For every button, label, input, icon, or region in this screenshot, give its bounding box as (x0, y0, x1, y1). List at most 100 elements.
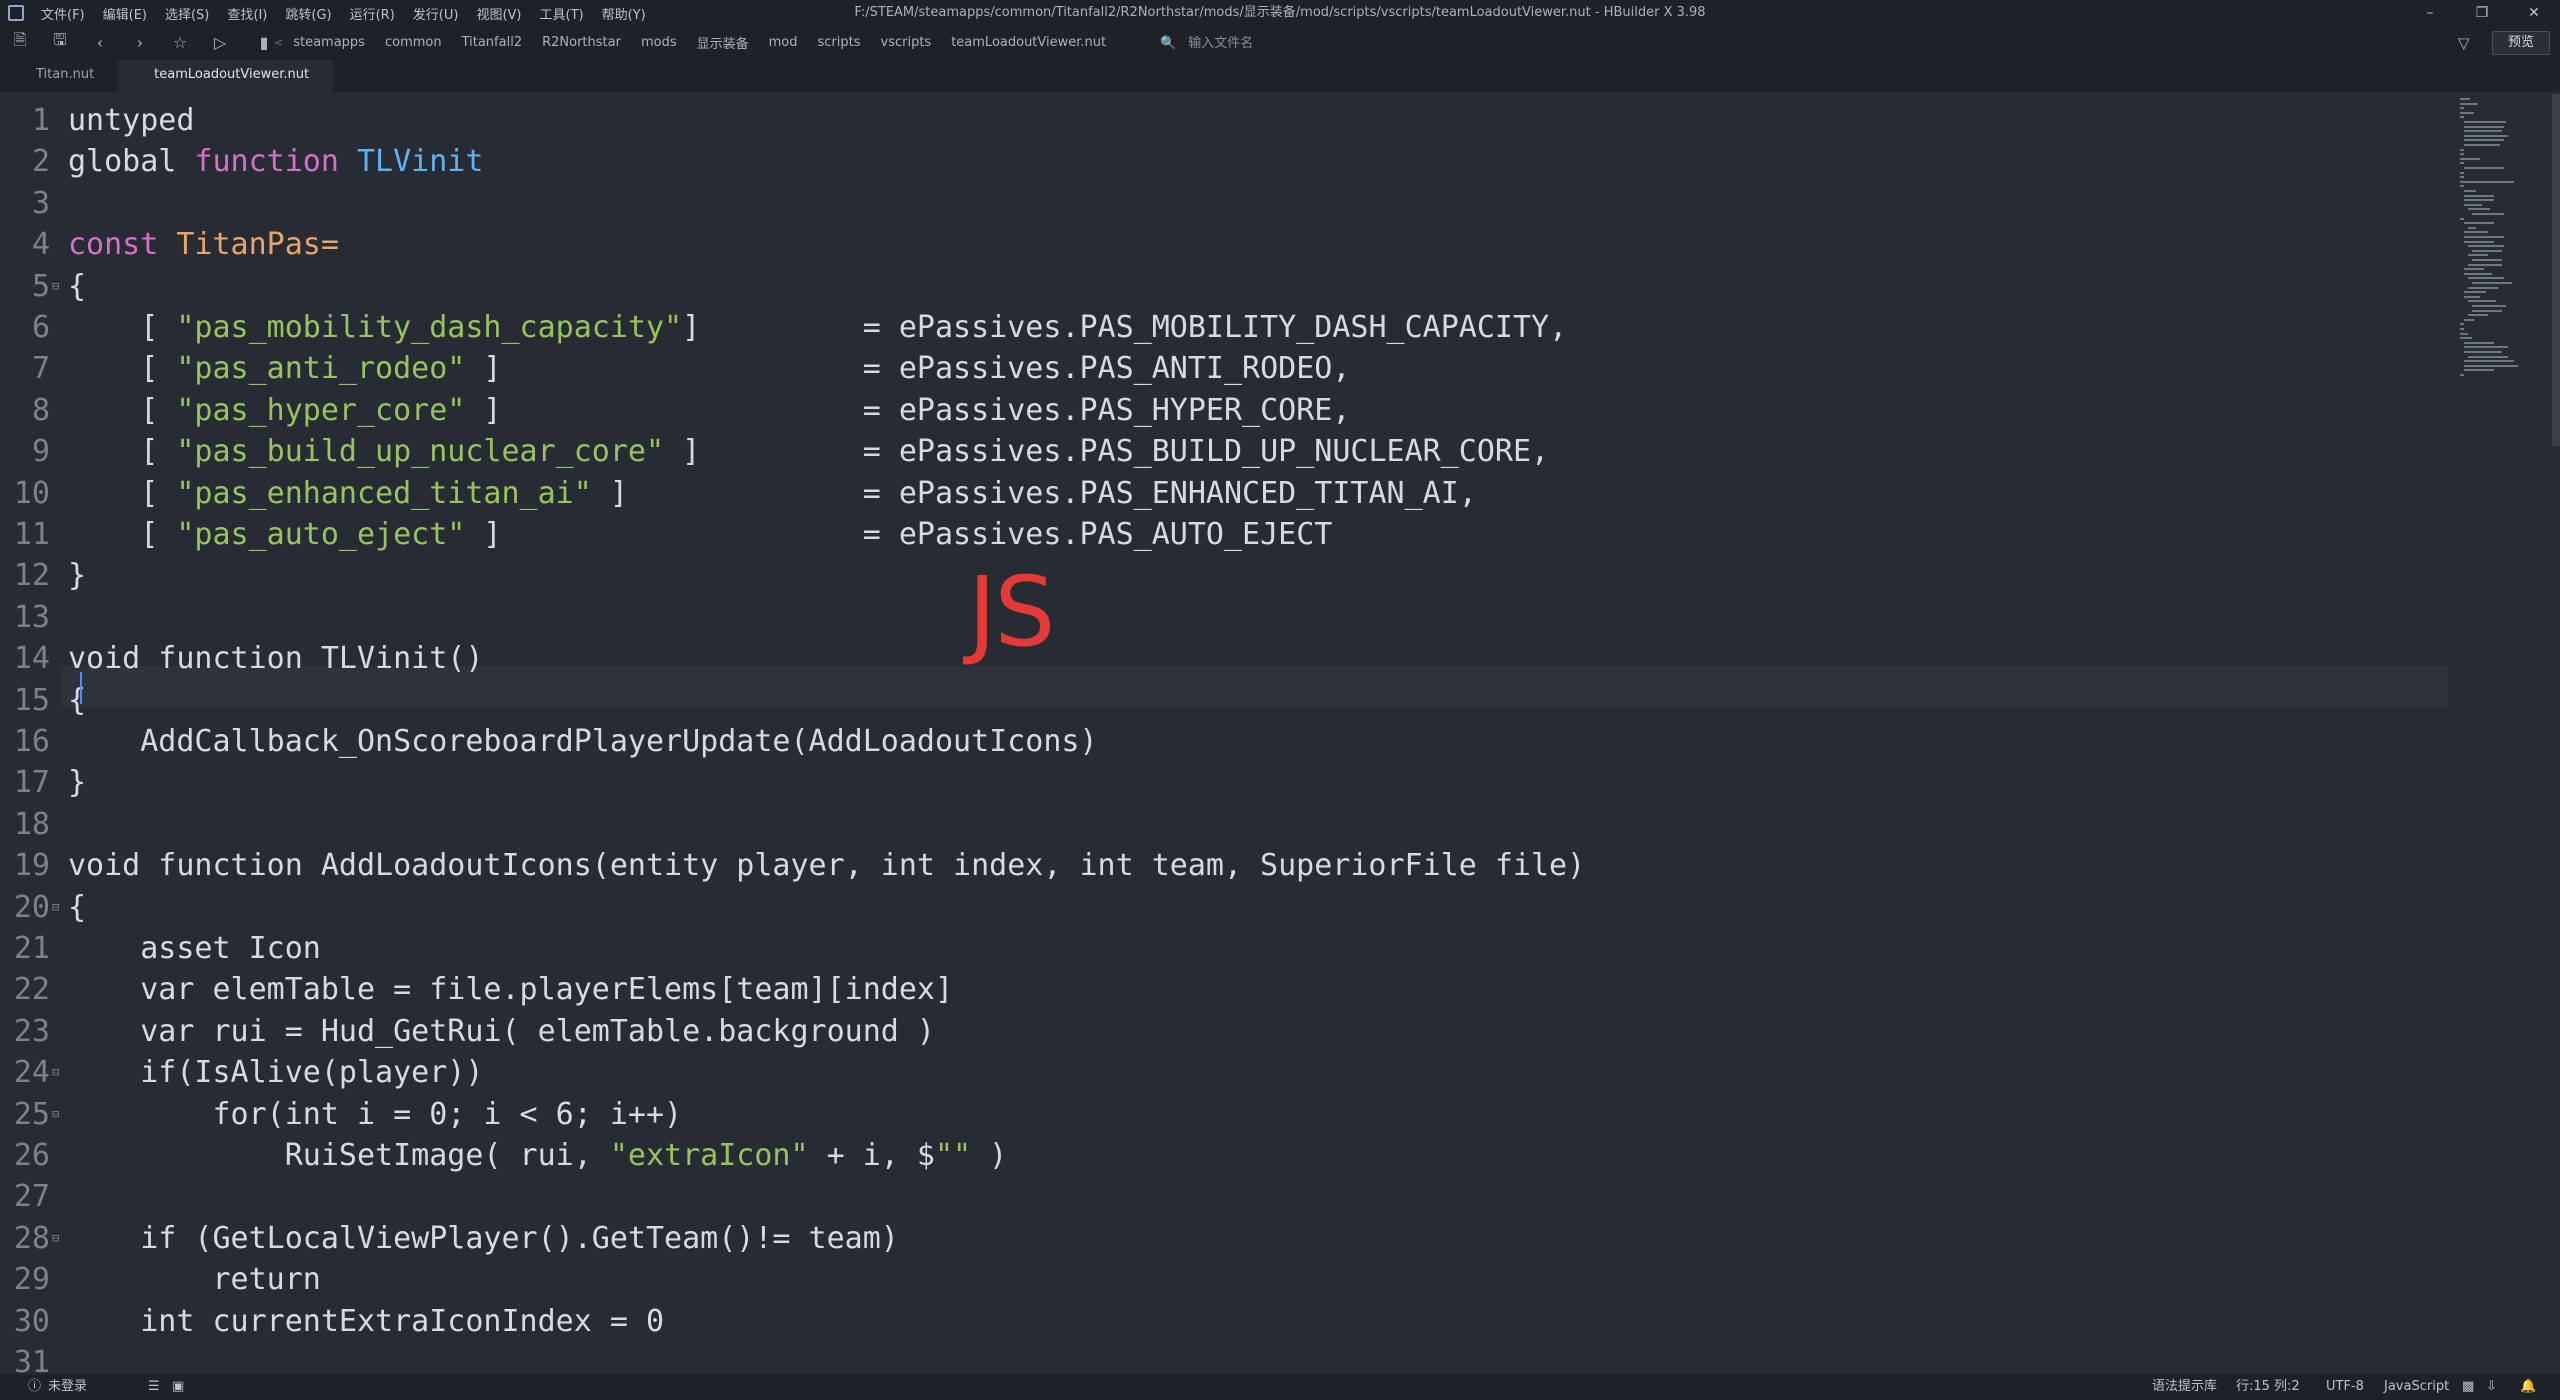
breadcrumb-item[interactable]: Titanfall2 (452, 35, 533, 50)
code-line[interactable]: 18 (0, 804, 2440, 845)
file-search-input[interactable] (1188, 35, 1549, 51)
breadcrumb-item[interactable]: steamapps (283, 35, 375, 50)
code-line[interactable]: 23 var rui = Hud_GetRui( elemTable.backg… (0, 1011, 2440, 1052)
code-line[interactable]: 11 [ "pas_auto_eject" ] = ePassives.PAS_… (0, 514, 2440, 555)
code-line[interactable]: 4 const TitanPas= (0, 224, 2440, 265)
star-icon[interactable]: ☆ (160, 33, 200, 52)
line-number: 26 (13, 1138, 50, 1173)
terminal-icon[interactable]: ▣ (172, 1374, 184, 1400)
breadcrumb-item[interactable]: vscripts (871, 35, 942, 50)
file-encoding[interactable]: UTF-8 (2326, 1374, 2364, 1400)
login-status[interactable]: 未登录 (48, 1374, 87, 1400)
save-icon[interactable]: 🖫 (40, 29, 80, 56)
status-bar: ⓘ 未登录 ☰ ▣ 语法提示库 行:15 列:2 UTF-8 JavaScrip… (0, 1374, 2560, 1400)
code-line[interactable]: 20 ⊟ { (0, 887, 2440, 928)
code-line[interactable]: 12} (0, 555, 2440, 596)
line-number: 4 (31, 227, 50, 262)
menu-tools[interactable]: 工具(T) (531, 4, 593, 23)
breadcrumb-item[interactable]: teamLoadoutViewer.nut (941, 35, 1116, 50)
download-icon[interactable]: ⇩ (2486, 1374, 2497, 1400)
code-line[interactable]: 16 AddCallback_OnScoreboardPlayerUpdate(… (0, 721, 2440, 762)
code-line[interactable]: 14 void function TLVinit() (0, 638, 2440, 679)
code-line[interactable]: 30 int currentExtraIconIndex = 0 (0, 1301, 2440, 1342)
code-line[interactable]: 2 global function TLVinit (0, 141, 2440, 182)
code-line[interactable]: 8 [ "pas_hyper_core" ] = ePassives.PAS_H… (0, 390, 2440, 431)
run-icon[interactable]: ▷ (200, 33, 240, 52)
bell-icon[interactable]: 🔔 (2520, 1374, 2536, 1400)
code-line[interactable]: 31 (0, 1342, 2440, 1374)
restore-icon[interactable]: ❐ (2456, 0, 2508, 26)
back-icon[interactable]: ‹ (80, 33, 120, 52)
code-text: AddCallback_OnScoreboardPlayerUpdate(Add… (68, 724, 1098, 759)
code-line[interactable]: 9 [ "pas_build_up_nuclear_core" ] = ePas… (0, 431, 2440, 472)
code-line[interactable]: 13 (0, 597, 2440, 638)
layout-icon[interactable]: ▩ (2462, 1374, 2474, 1400)
minimap-line (2472, 309, 2502, 312)
fold-toggle-icon[interactable]: ⊟ (52, 266, 59, 307)
code-line[interactable]: 26 RuiSetImage( rui, "extraIcon" + i, $"… (0, 1135, 2440, 1176)
vertical-scrollbar[interactable] (2552, 94, 2560, 446)
menu-file[interactable]: 文件(F) (32, 4, 94, 23)
code-line[interactable]: 5 ⊟ { (0, 266, 2440, 307)
code-text: RuiSetImage( rui, "extraIcon" + i, $"" ) (68, 1138, 1008, 1173)
breadcrumb-item[interactable]: common (375, 35, 452, 50)
cursor-position[interactable]: 行:15 列:2 (2236, 1374, 2300, 1400)
filter-icon[interactable]: ▽ (2458, 26, 2470, 60)
code-line[interactable]: 19 void function AddLoadoutIcons(entity p… (0, 845, 2440, 886)
breadcrumb-item[interactable]: R2Northstar (532, 35, 631, 50)
outline-icon[interactable]: ☰ (148, 1374, 160, 1400)
code-editor[interactable]: 1 untyped 2 global function TLVinit 3 4 const … (0, 92, 2448, 1374)
fold-toggle-icon[interactable]: ⊟ (52, 1052, 59, 1093)
breadcrumb-item[interactable]: 显示装备 (687, 33, 759, 52)
breadcrumb-item[interactable]: scripts (808, 35, 871, 50)
minimap-line (2468, 277, 2504, 280)
code-text: { (68, 683, 87, 718)
fold-toggle-icon[interactable]: ⊟ (52, 1218, 59, 1259)
code-line[interactable]: 24 ⊟ if(IsAlive(player)) (0, 1052, 2440, 1093)
breadcrumb-item[interactable]: mods (631, 35, 687, 50)
forward-icon[interactable]: › (120, 33, 160, 52)
close-icon[interactable]: ✕ (2508, 0, 2560, 26)
syntax-hint-library[interactable]: 语法提示库 (2152, 1374, 2217, 1400)
code-line[interactable]: 15 { (0, 680, 2440, 721)
minimap-line (2468, 263, 2502, 266)
minimize-icon[interactable]: – (2404, 0, 2456, 26)
code-line[interactable]: 17} (0, 762, 2440, 803)
code-line[interactable]: 21 asset Icon (0, 928, 2440, 969)
new-file-icon[interactable]: 🗎 (0, 29, 40, 56)
line-number: 24 (13, 1055, 50, 1090)
code-line[interactable]: 28 ⊟ if (GetLocalViewPlayer().GetTeam()!=… (0, 1218, 2440, 1259)
menu-edit[interactable]: 编辑(E) (94, 4, 156, 23)
minimap-line (2464, 369, 2494, 372)
code-line[interactable]: 1 untyped (0, 100, 2440, 141)
line-number: 3 (31, 186, 50, 221)
code-line[interactable]: 10 [ "pas_enhanced_titan_ai" ] = ePassiv… (0, 473, 2440, 514)
code-line[interactable]: 7 [ "pas_anti_rodeo" ] = ePassives.PAS_A… (0, 348, 2440, 389)
fold-toggle-icon[interactable]: ⊟ (52, 887, 59, 928)
preview-button[interactable]: 预览 (2492, 31, 2550, 55)
tab-titan-nut[interactable]: Titan.nut (0, 60, 118, 92)
language-mode[interactable]: JavaScript (2384, 1374, 2449, 1400)
code-line[interactable]: 25 ⊟ for(int i = 0; i < 6; i++) (0, 1094, 2440, 1135)
code-line[interactable]: 22 var elemTable = file.playerElems[team… (0, 969, 2440, 1010)
code-line[interactable]: 27 (0, 1176, 2440, 1217)
menu-run[interactable]: 运行(R) (341, 4, 404, 23)
folder-icon: ▮ (259, 33, 269, 52)
line-number: 14 (13, 641, 50, 676)
fold-toggle-icon[interactable]: ⊟ (52, 1094, 59, 1135)
menu-goto[interactable]: 跳转(G) (276, 4, 340, 23)
breadcrumb-item[interactable]: mod (759, 35, 808, 50)
user-icon[interactable]: ⓘ (28, 1374, 41, 1400)
code-line[interactable]: 3 (0, 183, 2440, 224)
code-line[interactable]: 29 return (0, 1259, 2440, 1300)
menu-help[interactable]: 帮助(Y) (593, 4, 655, 23)
menu-publish[interactable]: 发行(U) (404, 4, 468, 23)
minimap-line (2464, 318, 2474, 321)
menu-select[interactable]: 选择(S) (156, 4, 218, 23)
minimap[interactable] (2448, 92, 2560, 1374)
code-text: if (GetLocalViewPlayer().GetTeam()!= tea… (68, 1221, 899, 1256)
menu-find[interactable]: 查找(I) (218, 4, 276, 23)
menu-view[interactable]: 视图(V) (467, 4, 530, 23)
code-line[interactable]: 6 [ "pas_mobility_dash_capacity"] = ePas… (0, 307, 2440, 348)
tab-team-loadout-viewer[interactable]: teamLoadoutViewer.nut (118, 60, 334, 92)
